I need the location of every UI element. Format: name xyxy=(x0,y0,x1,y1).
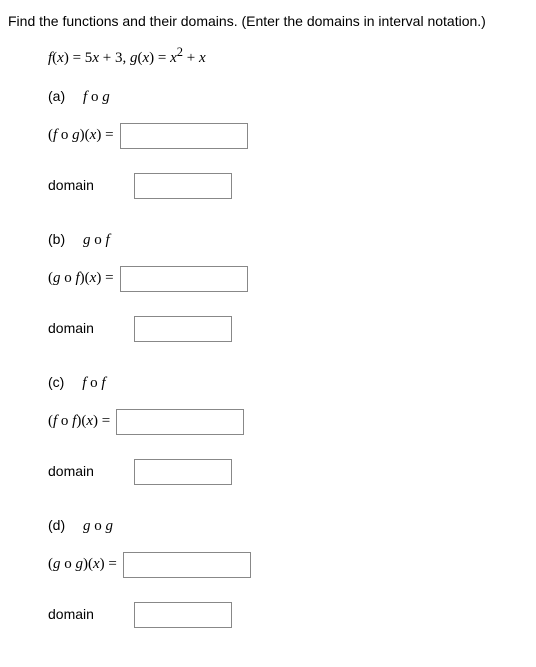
part-c-domain-label: domain xyxy=(48,462,128,482)
part-b-expr-label: (g o f)(x) = xyxy=(48,268,114,289)
part-d-expr-label: (g o g)(x) = xyxy=(48,554,117,575)
part-a-label: (a) f o g xyxy=(48,87,528,108)
part-a: (a) f o g (f o g)(x) = domain xyxy=(48,87,528,200)
part-b-domain-row: domain xyxy=(48,315,528,343)
part-b-expression-input[interactable] xyxy=(120,266,248,292)
part-a-domain-input[interactable] xyxy=(134,173,232,199)
part-a-domain-row: domain xyxy=(48,172,528,200)
part-d-domain-label: domain xyxy=(48,605,128,625)
part-a-expression-row: (f o g)(x) = xyxy=(48,122,528,150)
part-c-expression-row: (f o f)(x) = xyxy=(48,408,528,436)
part-a-expression-input[interactable] xyxy=(120,123,248,149)
part-d: (d) g o g (g o g)(x) = domain xyxy=(48,516,528,629)
part-b-domain-label: domain xyxy=(48,319,128,339)
part-b: (b) g o f (g o f)(x) = domain xyxy=(48,230,528,343)
part-a-domain-label: domain xyxy=(48,176,128,196)
part-c-label: (c) f o f xyxy=(48,373,528,394)
part-d-label: (d) g o g xyxy=(48,516,528,537)
part-b-label: (b) g o f xyxy=(48,230,528,251)
part-b-domain-input[interactable] xyxy=(134,316,232,342)
part-d-domain-row: domain xyxy=(48,601,528,629)
part-d-domain-input[interactable] xyxy=(134,602,232,628)
part-c-domain-input[interactable] xyxy=(134,459,232,485)
part-d-expression-row: (g o g)(x) = xyxy=(48,551,528,579)
part-c-domain-row: domain xyxy=(48,458,528,486)
function-definitions: f(x) = 5x + 3, g(x) = x2 + x xyxy=(48,44,528,69)
part-a-expr-label: (f o g)(x) = xyxy=(48,125,114,146)
part-c: (c) f o f (f o f)(x) = domain xyxy=(48,373,528,486)
part-c-expression-input[interactable] xyxy=(116,409,244,435)
question-prompt: Find the functions and their domains. (E… xyxy=(8,12,528,32)
part-b-expression-row: (g o f)(x) = xyxy=(48,265,528,293)
part-d-expression-input[interactable] xyxy=(123,552,251,578)
part-c-expr-label: (f o f)(x) = xyxy=(48,411,110,432)
